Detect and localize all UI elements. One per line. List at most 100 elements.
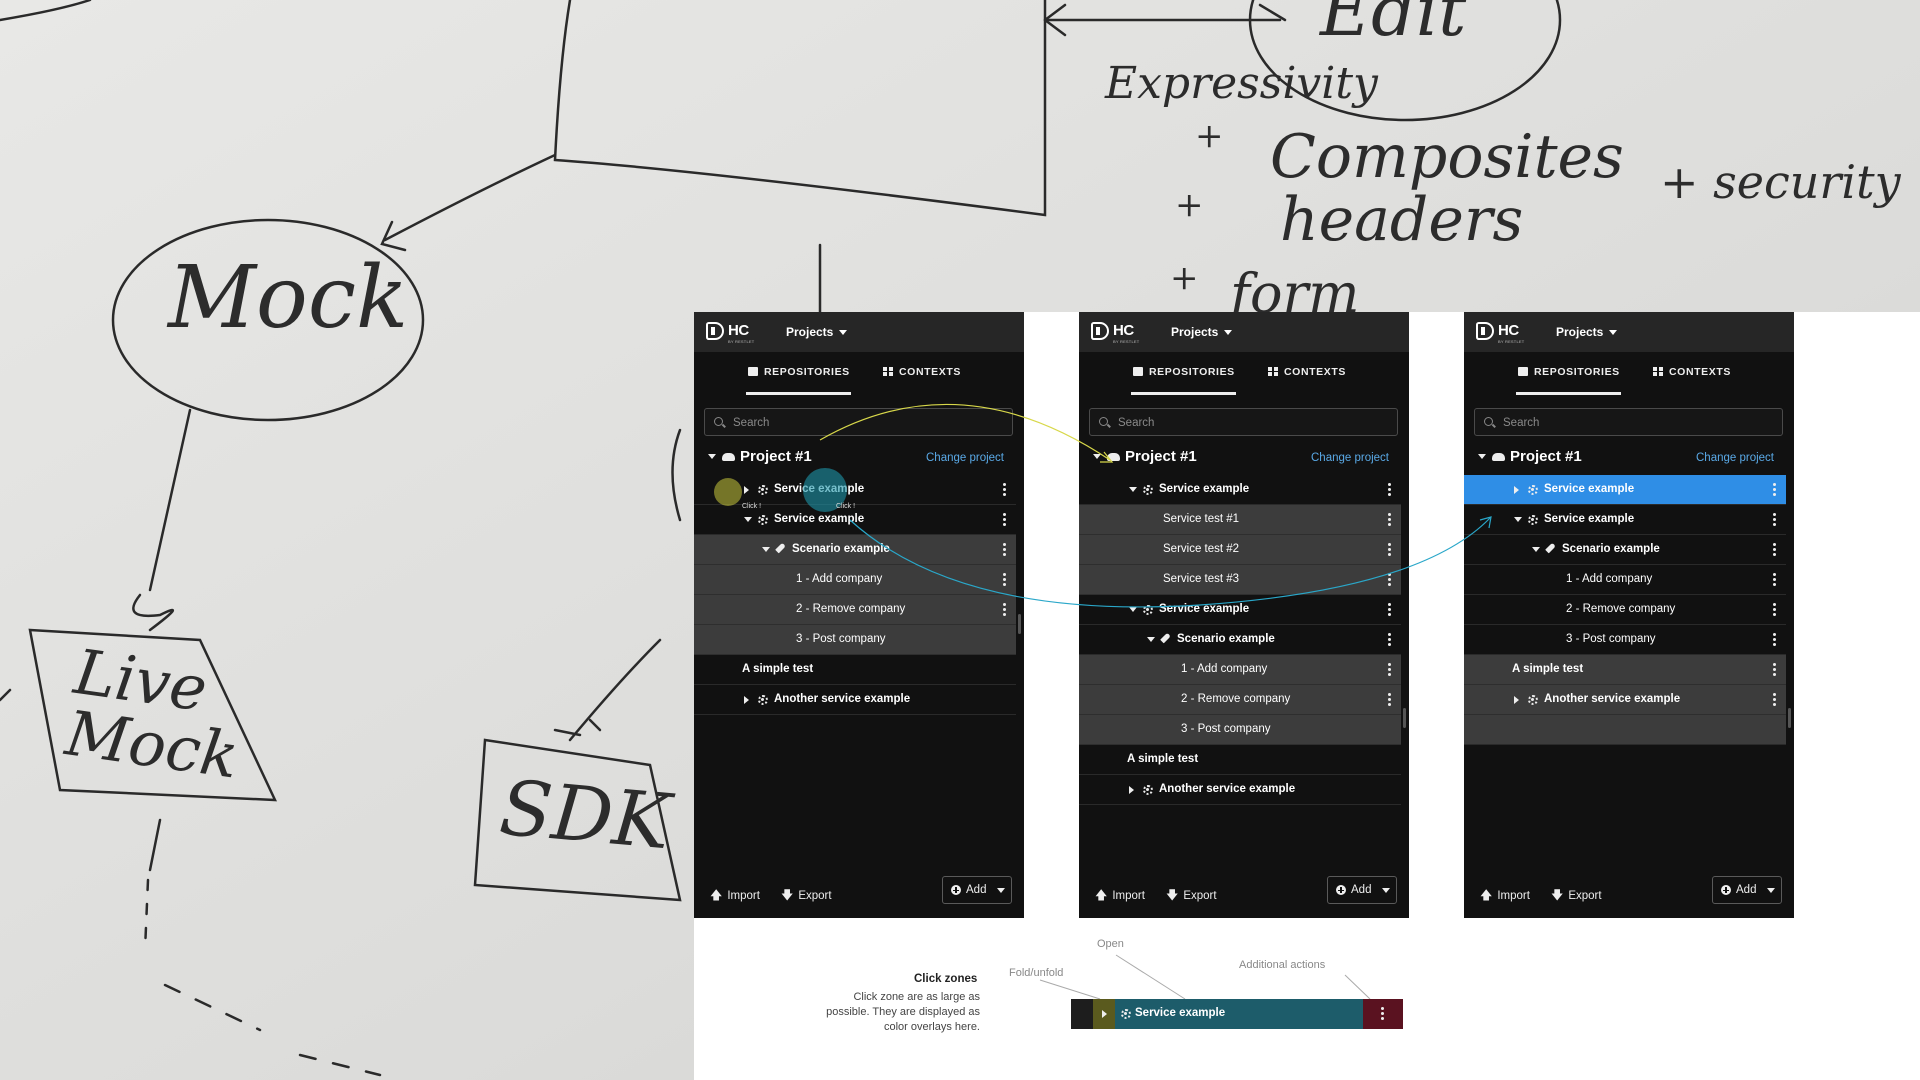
change-project-link[interactable]: Change project [926, 452, 1004, 464]
tree-row[interactable]: 2 - Remove company [1464, 595, 1786, 625]
kebab-menu-icon[interactable] [1388, 633, 1391, 647]
tree-row[interactable]: 1 - Add company [1079, 655, 1401, 685]
caret-down-icon[interactable] [1514, 517, 1522, 522]
tree-row[interactable]: 3 - Post company [1464, 625, 1786, 655]
kebab-menu-icon[interactable] [1003, 513, 1006, 527]
kebab-menu-icon[interactable] [1388, 693, 1391, 707]
tree-row[interactable]: 1 - Add company [1464, 565, 1786, 595]
import-button[interactable]: 🡅 Import [1480, 886, 1530, 907]
tab-repositories[interactable]: REPOSITORIES [1133, 366, 1235, 378]
import-button[interactable]: 🡅 Import [1095, 886, 1145, 907]
kebab-menu-icon[interactable] [1003, 573, 1006, 587]
caret-right-icon[interactable] [744, 486, 749, 494]
tab-contexts[interactable]: CONTEXTS [1653, 366, 1731, 378]
tree-row[interactable]: Service test #1 [1079, 505, 1401, 535]
search-input[interactable] [1116, 414, 1390, 432]
search-input[interactable] [1501, 414, 1775, 432]
add-button[interactable]: Add [1712, 876, 1782, 904]
projects-menu[interactable]: Projects [786, 325, 848, 339]
import-button[interactable]: 🡅 Import [710, 886, 760, 907]
export-button[interactable]: 🡇 Export [781, 886, 832, 907]
tab-contexts[interactable]: CONTEXTS [883, 366, 961, 378]
tree-row[interactable]: Service example [1464, 505, 1786, 535]
kebab-menu-icon[interactable] [1773, 663, 1776, 677]
tree-row[interactable]: Another service example [694, 685, 1016, 715]
kebab-menu-icon[interactable] [1388, 603, 1391, 617]
project-title: Project #1 [740, 448, 812, 465]
caret-right-icon[interactable] [744, 696, 749, 704]
kebab-menu-icon[interactable] [1773, 543, 1776, 557]
scrollbar[interactable] [1403, 708, 1406, 728]
caret-down-icon[interactable] [1093, 454, 1101, 459]
tree-row[interactable]: Service test #3 [1079, 565, 1401, 595]
panel-1: HC BY RESTLET Projects REPOSITORIES CONTE… [694, 312, 1024, 918]
tree-row[interactable]: Service test #2 [1079, 535, 1401, 565]
kebab-menu-icon[interactable] [1388, 513, 1391, 527]
caret-down-icon[interactable] [1129, 487, 1137, 492]
kebab-menu-icon[interactable] [1003, 603, 1006, 617]
scrollbar[interactable] [1788, 708, 1791, 728]
caret-right-icon[interactable] [1129, 786, 1134, 794]
tree-row[interactable]: 3 - Post company [1079, 715, 1401, 745]
export-button[interactable]: 🡇 Export [1166, 886, 1217, 907]
search-input[interactable] [731, 414, 1005, 432]
fold-zone[interactable] [1093, 999, 1115, 1029]
projects-menu[interactable]: Projects [1171, 325, 1233, 339]
kebab-menu-icon[interactable] [1773, 633, 1776, 647]
kebab-menu-icon[interactable] [1773, 693, 1776, 707]
tree-row[interactable]: Another service example [1464, 685, 1786, 715]
kebab-menu-icon[interactable] [1388, 483, 1391, 497]
scrollbar[interactable] [1018, 614, 1021, 634]
caret-down-icon[interactable] [1129, 607, 1137, 612]
tree-row[interactable]: Scenario example [1079, 625, 1401, 655]
add-button[interactable]: Add [942, 876, 1012, 904]
tree-row[interactable]: 2 - Remove company [1079, 685, 1401, 715]
demo-row-label[interactable]: Service example [1135, 1007, 1225, 1019]
caret-down-icon[interactable] [744, 517, 752, 522]
kebab-menu-icon[interactable] [1003, 483, 1006, 497]
tab-bar: REPOSITORIES CONTEXTS [1079, 352, 1409, 396]
caret-down-icon[interactable] [1532, 547, 1540, 552]
change-project-link[interactable]: Change project [1696, 452, 1774, 464]
tree-row-label: Another service example [774, 693, 911, 705]
caret-down-icon[interactable] [762, 547, 770, 552]
tree-row[interactable]: A simple test [1079, 745, 1401, 775]
kebab-menu-icon[interactable] [1773, 483, 1776, 497]
tree-row[interactable]: A simple test [1464, 655, 1786, 685]
app-header: HC BY RESTLET Projects [1079, 312, 1409, 352]
repository-icon [1518, 367, 1528, 376]
tree-row[interactable]: 1 - Add company [694, 565, 1016, 595]
export-button[interactable]: 🡇 Export [1551, 886, 1602, 907]
kebab-menu-icon[interactable] [1003, 543, 1006, 557]
kebab-menu-icon[interactable] [1773, 513, 1776, 527]
tree-row[interactable]: Service example [1464, 475, 1786, 505]
caret-down-icon[interactable] [1478, 454, 1486, 459]
add-button[interactable]: Add [1327, 876, 1397, 904]
tab-contexts[interactable]: CONTEXTS [1268, 366, 1346, 378]
tree-row[interactable]: Scenario example [694, 535, 1016, 565]
kebab-menu-icon[interactable] [1388, 663, 1391, 677]
change-project-link[interactable]: Change project [1311, 452, 1389, 464]
projects-menu[interactable]: Projects [1556, 325, 1618, 339]
kebab-menu-icon[interactable] [1773, 603, 1776, 617]
tab-repositories[interactable]: REPOSITORIES [1518, 366, 1620, 378]
caret-right-icon[interactable] [1514, 696, 1519, 704]
kebab-menu-icon[interactable] [1773, 573, 1776, 587]
tree-row[interactable]: 3 - Post company [694, 625, 1016, 655]
tree-row[interactable]: Service example [1079, 475, 1401, 505]
kebab-menu-icon[interactable] [1388, 573, 1391, 587]
tree-row[interactable]: 2 - Remove company [694, 595, 1016, 625]
tree-row[interactable]: Another service example [1079, 775, 1401, 805]
rocket-icon [1160, 633, 1172, 645]
tree-row[interactable]: Service example [1079, 595, 1401, 625]
kebab-menu-icon[interactable] [1388, 543, 1391, 557]
tab-repositories[interactable]: REPOSITORIES [748, 366, 850, 378]
actions-zone[interactable] [1363, 999, 1403, 1029]
caret-right-icon[interactable] [1514, 486, 1519, 494]
caret-down-icon[interactable] [1147, 637, 1155, 642]
caret-down-icon[interactable] [708, 454, 716, 459]
tree-row[interactable]: Scenario example [1464, 535, 1786, 565]
panel-3: HC BY RESTLET Projects REPOSITORIES CONTE… [1464, 312, 1794, 918]
tree-row[interactable]: Service example [694, 475, 1016, 505]
tree-row[interactable]: A simple test [694, 655, 1016, 685]
